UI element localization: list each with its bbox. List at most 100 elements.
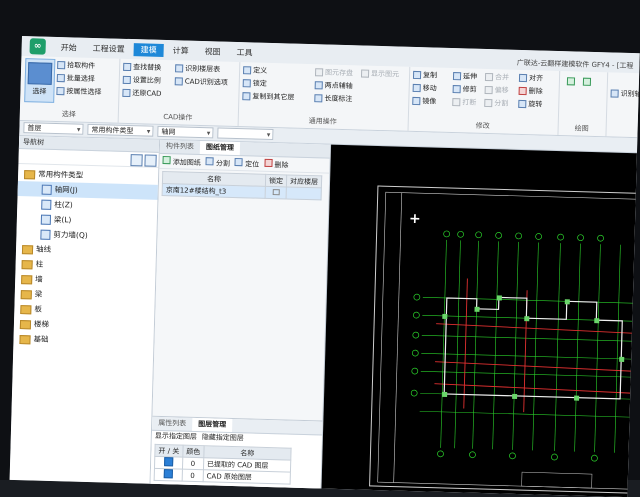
drawing-manager-pane: 构件列表 图纸管理 添加图纸 分割 定位 删除 名称 锁定 对应楼层 京南12#… — [150, 139, 332, 490]
tab-layer-manager[interactable]: 图层管理 — [192, 417, 233, 433]
lock-button[interactable]: 锁定 — [242, 78, 267, 89]
grid-icon — [41, 184, 52, 195]
folder-icon — [24, 169, 36, 179]
floor-cell[interactable] — [286, 186, 322, 200]
select-group: 选择 拾取构件 批量选择 按属性选择 选择 — [19, 55, 121, 123]
title-strip-line — [393, 192, 403, 483]
col-floor: 对应楼层 — [286, 174, 322, 188]
table-row[interactable]: 0 CAD 原始图层 — [154, 468, 291, 485]
break-button[interactable]: 打断 — [452, 97, 476, 108]
move-button[interactable]: 移动 — [412, 83, 437, 94]
folder-icon — [21, 244, 34, 254]
cad-options-button[interactable]: CAD识别选项 — [174, 76, 228, 87]
copy-button[interactable]: 复制 — [412, 70, 437, 81]
drawing-name-cell[interactable]: 京南12#楼结构_t3 — [162, 183, 266, 199]
crosshair-cursor-icon: + — [408, 210, 421, 228]
tab-tools[interactable]: 工具 — [229, 46, 259, 60]
add-drawing-button[interactable]: 添加图纸 — [162, 155, 201, 167]
batch-icon — [56, 73, 65, 83]
copy-to-floor-button[interactable]: 复制到其它层 — [242, 91, 294, 102]
scale-icon — [122, 75, 131, 85]
identify-axis-button[interactable]: 识别轴 — [610, 88, 640, 99]
align-button[interactable]: 对齐 — [518, 73, 543, 84]
tab-component-list[interactable]: 构件列表 — [160, 140, 200, 154]
show-layer-button[interactable]: 显示指定图层 — [155, 431, 197, 443]
draw-point-button[interactable] — [566, 77, 576, 86]
add-icon — [162, 155, 171, 164]
floor-table-icon — [175, 64, 184, 73]
wall-outline — [443, 296, 623, 400]
pick-component-button[interactable]: 拾取构件 — [57, 60, 95, 71]
find-replace-button[interactable]: 查找替换 — [123, 62, 161, 73]
extra-select[interactable] — [217, 127, 274, 141]
two-point-axis-button[interactable]: 两点辅轴 — [314, 80, 353, 91]
identify-floor-table-button[interactable]: 识别楼层表 — [175, 63, 220, 74]
lock-icon — [242, 79, 251, 88]
tab-property-list[interactable]: 属性列表 — [152, 417, 192, 431]
batch-select-button[interactable]: 批量选择 — [56, 73, 95, 84]
copy-icon — [412, 70, 422, 80]
select-by-property-button[interactable]: 按属性选择 — [56, 86, 102, 97]
common-group-label: 通用操作 — [308, 117, 337, 126]
align-icon — [518, 73, 528, 83]
layer-toggle[interactable] — [154, 456, 183, 470]
list-view-icon[interactable] — [130, 154, 143, 167]
layer-color-cell[interactable]: 0 — [182, 457, 204, 470]
identify-axis-icon — [610, 89, 619, 98]
options-icon — [174, 77, 183, 86]
find-icon — [123, 62, 132, 72]
merge-button[interactable]: 合并 — [484, 72, 509, 83]
save-element-button[interactable]: 图元存盘 — [314, 67, 353, 78]
extend-button[interactable]: 延伸 — [452, 71, 477, 82]
restore-cad-button[interactable]: 还原CAD — [122, 88, 162, 99]
cad-group-label: CAD操作 — [163, 112, 193, 122]
draw-line-icon — [582, 77, 592, 86]
cad-drawing-canvas[interactable]: + — [321, 144, 637, 497]
rotate-button[interactable]: 旋转 — [518, 99, 542, 110]
tab-start[interactable]: 开始 — [54, 41, 84, 55]
locate-icon — [234, 157, 244, 166]
trim-button[interactable]: 修剪 — [452, 84, 477, 95]
tab-drawing-manager[interactable]: 图纸管理 — [199, 141, 241, 156]
tab-project-settings[interactable]: 工程设置 — [86, 42, 132, 56]
tree-folder-foundation[interactable]: 基础 — [13, 331, 153, 350]
select-button[interactable]: 选择 — [24, 58, 56, 103]
split-button[interactable]: 分割 — [484, 98, 508, 109]
show-element-button[interactable]: 显示图元 — [360, 68, 399, 79]
tab-calculate[interactable]: 计算 — [165, 44, 195, 58]
folder-icon — [21, 274, 33, 284]
mirror-button[interactable]: 镜像 — [412, 96, 436, 107]
folder-icon — [20, 289, 32, 299]
floor-select[interactable]: 首层 — [23, 122, 84, 135]
col-color: 颜色 — [182, 445, 204, 458]
tab-view[interactable]: 视图 — [197, 45, 227, 59]
split-drawing-button[interactable]: 分割 — [205, 156, 231, 169]
define-button[interactable]: 定义 — [243, 65, 267, 76]
delete-button[interactable]: 删除 — [518, 86, 543, 97]
modify-group-label: 修改 — [475, 121, 490, 131]
grid-lines-vertical — [440, 239, 621, 453]
col-lock: 锁定 — [265, 174, 287, 187]
pick-icon — [57, 60, 66, 70]
draw-line-button[interactable] — [582, 77, 592, 86]
set-scale-button[interactable]: 设置比例 — [122, 75, 161, 86]
lock-cell[interactable] — [265, 186, 287, 199]
locate-button[interactable]: 定位 — [234, 157, 260, 169]
dimension-icon — [314, 94, 323, 103]
offset-button[interactable]: 偏移 — [484, 85, 509, 96]
property-icon — [56, 86, 65, 96]
component-type-select[interactable]: 常用构件类型 — [87, 123, 154, 137]
delete-icon — [264, 158, 273, 167]
layer-toggle[interactable] — [154, 468, 183, 482]
tree-view-icon[interactable] — [144, 154, 157, 167]
merge-icon — [484, 72, 494, 82]
hide-layer-button[interactable]: 隐藏指定图层 — [202, 432, 244, 444]
delete-drawing-button[interactable]: 删除 — [264, 158, 289, 170]
checkbox-icon — [163, 457, 174, 467]
app-logo-icon[interactable]: ∞ — [29, 38, 46, 55]
split-icon — [484, 98, 493, 108]
length-dimension-button[interactable]: 长度标注 — [314, 93, 352, 104]
component-select[interactable]: 轴网 — [157, 125, 214, 139]
nav-tree: 常用构件类型 轴网(J) 柱(Z) 梁(L) 剪力墙(Q) 轴线 柱 墙 梁 板… — [13, 164, 158, 350]
tab-modeling[interactable]: 建模 — [133, 43, 164, 57]
